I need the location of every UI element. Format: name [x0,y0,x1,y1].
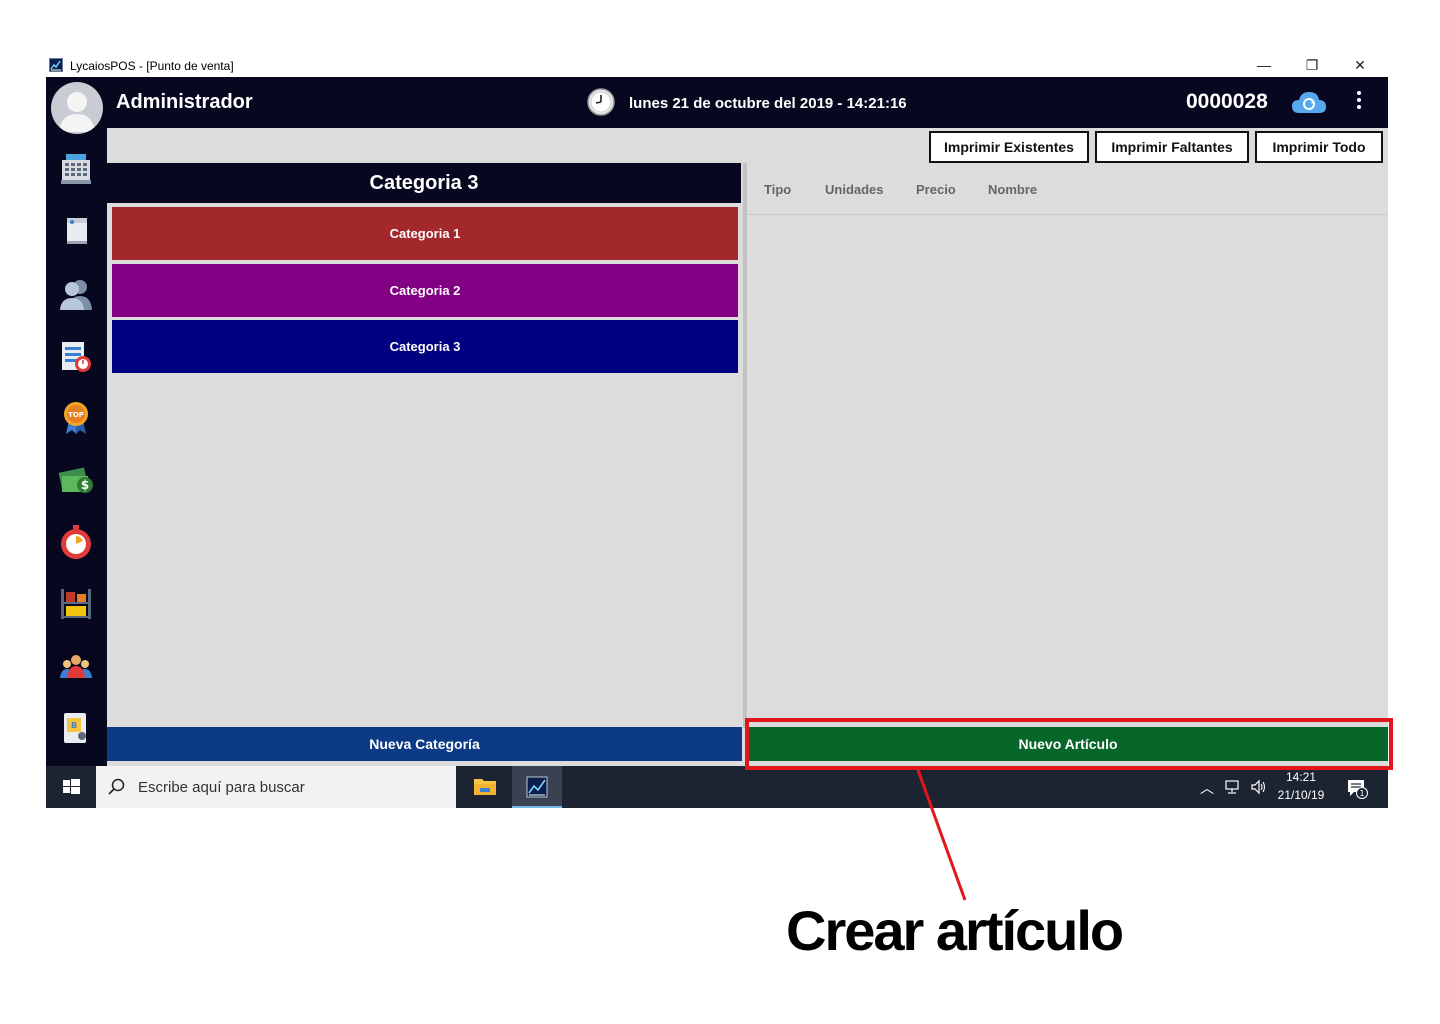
window-title: LycaiosPOS - [Punto de venta] [70,59,234,73]
money-icon[interactable]: $ [58,462,94,498]
svg-text:TOP: TOP [68,411,84,419]
column-header-tipo[interactable]: Tipo [764,182,791,197]
annotation-highlight-box [745,718,1393,770]
lycaiospos-taskbar-icon[interactable] [512,766,562,808]
selected-category-title: Categoria 3 [107,163,741,203]
articles-table-header: Tipo Unidades Precio Nombre [747,163,1388,215]
taskbar-search-box[interactable]: Escribe aquí para buscar [96,766,456,808]
cash-register-icon[interactable] [58,152,94,188]
windows-taskbar: Escribe aquí para buscar ︿ 14:21 21/10/1… [46,766,1388,808]
window-titlebar: LycaiosPOS - [Punto de venta] — ❐ ✕ [46,53,1388,77]
column-header-nombre[interactable]: Nombre [988,182,1037,197]
category-item[interactable]: Categoria 1 [112,207,738,260]
print-existing-button[interactable]: Imprimir Existentes [929,131,1089,163]
inventory-shelf-icon[interactable] [58,586,94,622]
notification-center-icon[interactable]: 1 [1346,777,1368,799]
main-content: Imprimir Existentes Imprimir Faltantes I… [107,128,1388,766]
category-item[interactable]: Categoria 3 [112,320,738,373]
report-clock-icon[interactable] [58,338,94,374]
close-button[interactable]: ✕ [1340,55,1380,75]
notepad-icon[interactable] [58,214,94,250]
svg-text:B: B [71,721,77,730]
app-window: LycaiosPOS - [Punto de venta] — ❐ ✕ Admi… [46,53,1388,808]
maximize-button[interactable]: ❐ [1292,55,1332,75]
network-icon[interactable] [1224,779,1242,795]
print-missing-button[interactable]: Imprimir Faltantes [1095,131,1249,163]
clock-icon [587,88,615,116]
windows-start-icon[interactable] [46,766,96,808]
column-header-unidades[interactable]: Unidades [825,182,884,197]
top-badge-icon[interactable]: TOP [58,400,94,436]
panel-divider [743,163,747,728]
app-header: Administrador lunes 21 de octubre del 20… [46,77,1388,134]
app-logo-icon [49,58,63,72]
volume-icon[interactable] [1250,779,1268,795]
employees-icon[interactable] [58,648,94,684]
notification-count: 1 [1359,789,1364,798]
more-vert-icon[interactable] [1351,91,1367,113]
users-icon[interactable] [58,276,94,312]
avatar[interactable] [51,82,103,134]
document-tablet-icon[interactable]: B [58,710,94,746]
search-icon [108,778,126,796]
print-all-button[interactable]: Imprimir Todo [1255,131,1383,163]
tray-date[interactable]: 21/10/19 [1274,788,1328,802]
svg-text:$: $ [81,478,89,492]
column-header-precio[interactable]: Precio [916,182,956,197]
cloud-sync-icon[interactable] [1291,89,1327,115]
ticket-number: 0000028 [1186,90,1268,113]
search-placeholder: Escribe aquí para buscar [138,779,305,796]
current-datetime: lunes 21 de octubre del 2019 - 14:21:16 [629,95,907,112]
stopwatch-icon[interactable] [58,524,94,560]
file-explorer-icon[interactable] [460,766,510,808]
new-category-button[interactable]: Nueva Categoría [107,727,742,761]
tray-chevron-up-icon[interactable]: ︿ [1200,778,1214,798]
annotation-label: Crear artículo [786,899,1124,962]
category-item[interactable]: Categoria 2 [112,264,738,317]
minimize-button[interactable]: — [1244,55,1284,75]
sidebar: TOP $ B [46,128,107,766]
tray-time[interactable]: 14:21 [1274,770,1328,784]
user-name: Administrador [116,91,253,113]
